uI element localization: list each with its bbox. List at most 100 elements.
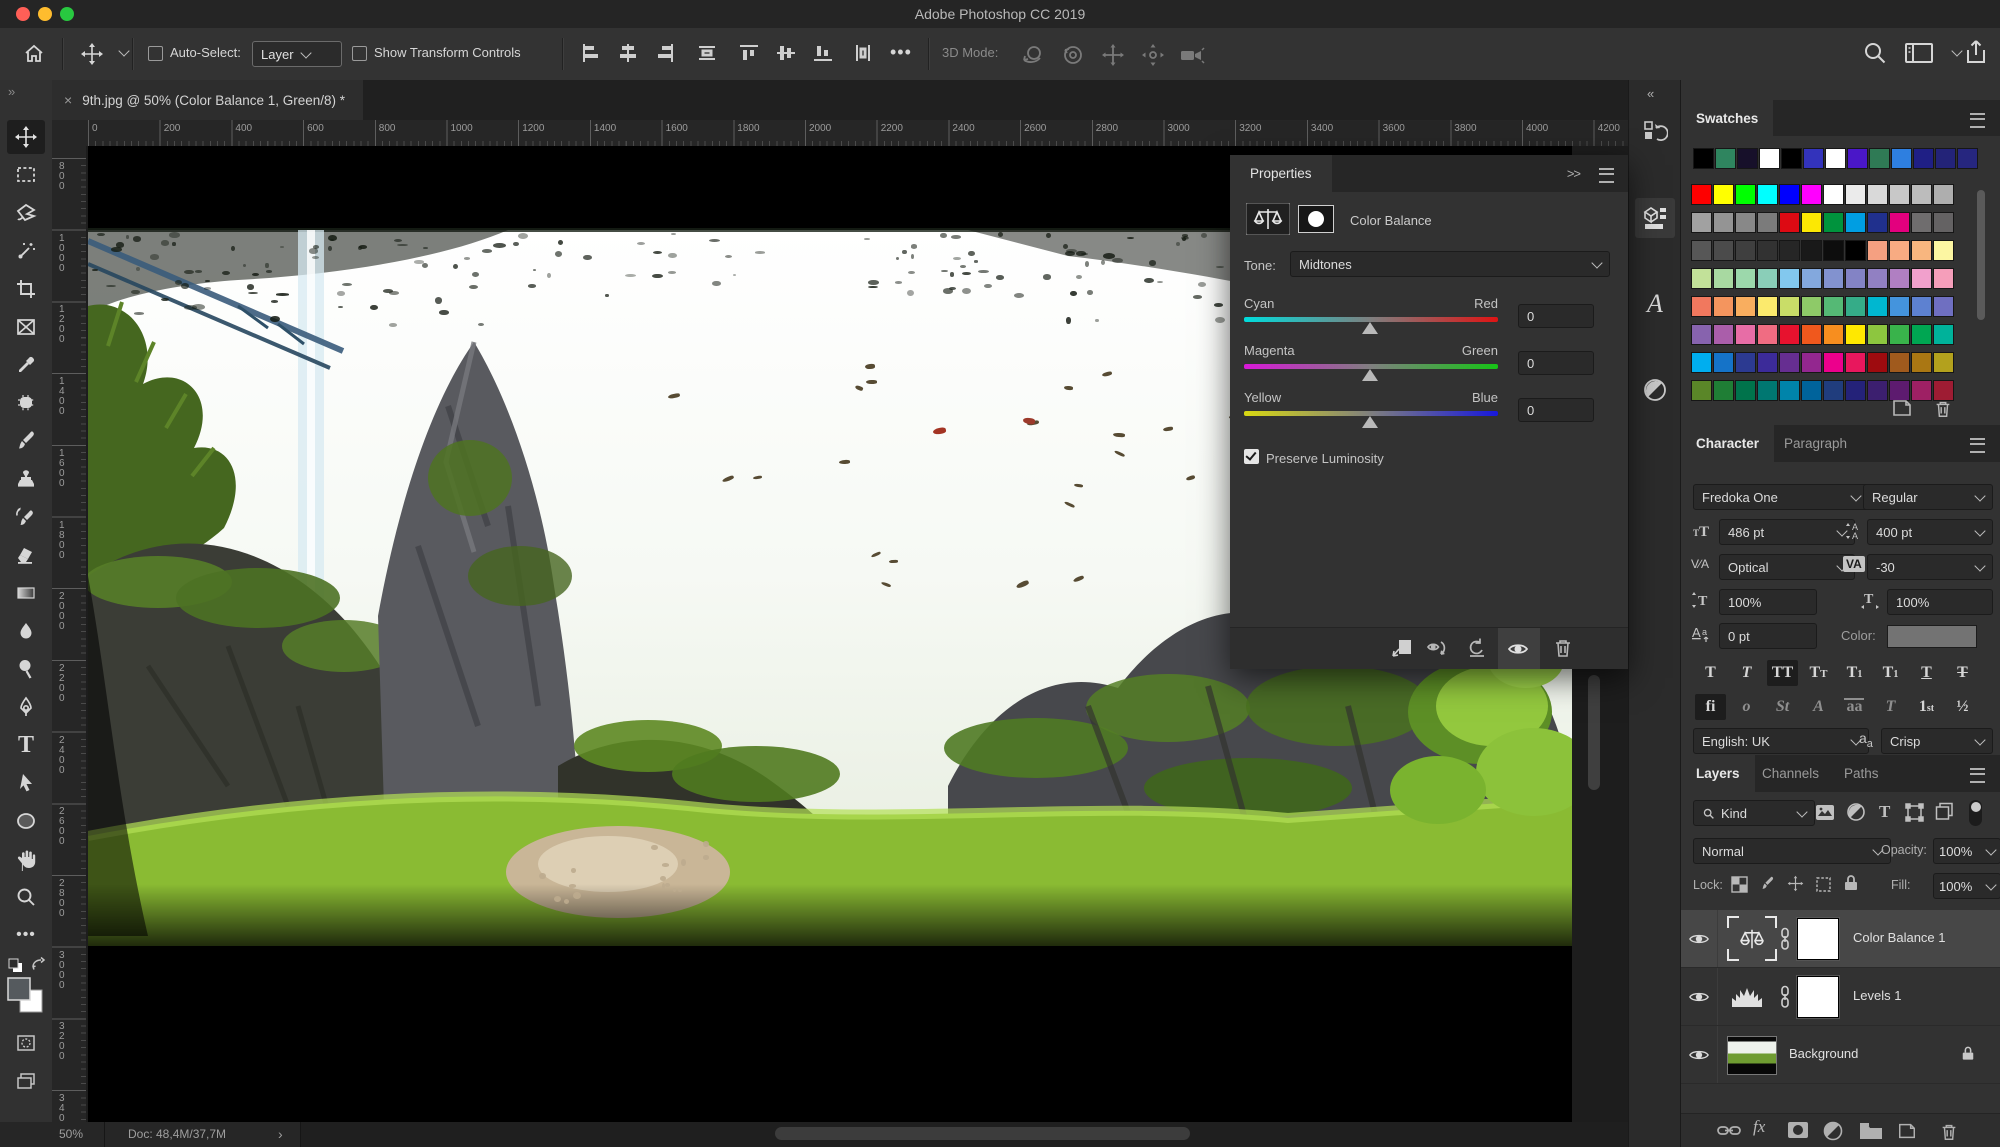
zoom-window-button[interactable] bbox=[60, 7, 74, 21]
layer-visibility-toggle[interactable] bbox=[1681, 910, 1718, 967]
swatch[interactable] bbox=[1933, 184, 1954, 205]
leading-dropdown[interactable]: 400 pt bbox=[1867, 519, 1993, 545]
collapse-tools-icon[interactable]: » bbox=[8, 84, 15, 99]
opentype-toggle[interactable]: ½ bbox=[1947, 694, 1978, 720]
swatch[interactable] bbox=[1757, 212, 1778, 233]
clip-to-layer-icon[interactable] bbox=[1390, 636, 1414, 660]
layer-style-icon[interactable]: fx bbox=[1753, 1117, 1765, 1137]
swatch[interactable] bbox=[1713, 352, 1734, 373]
tab-paths[interactable]: Paths bbox=[1829, 755, 1894, 792]
swatch[interactable] bbox=[1691, 324, 1712, 345]
magic-wand-tool[interactable] bbox=[7, 234, 45, 268]
swatch[interactable] bbox=[1889, 352, 1910, 373]
tab-swatches[interactable]: Swatches bbox=[1681, 100, 1773, 136]
lock-artboard-icon[interactable] bbox=[1815, 876, 1832, 893]
move-tool-icon[interactable] bbox=[80, 42, 104, 66]
delete-adjustment-icon[interactable] bbox=[1552, 636, 1574, 660]
swatch[interactable] bbox=[1757, 324, 1778, 345]
fill-field[interactable]: 100% bbox=[1933, 873, 2000, 899]
opentype-toggle[interactable]: fi bbox=[1695, 694, 1726, 720]
mask-link-icon[interactable] bbox=[1779, 985, 1791, 1009]
crop-tool[interactable] bbox=[7, 272, 45, 306]
view-previous-state-icon[interactable] bbox=[1426, 636, 1452, 660]
recent-swatch[interactable] bbox=[1715, 148, 1736, 169]
layer-row-background[interactable]: Background bbox=[1681, 1026, 2000, 1084]
shape-tool[interactable] bbox=[7, 804, 45, 838]
swatch[interactable] bbox=[1801, 380, 1822, 401]
3d-orbit-icon[interactable] bbox=[1020, 42, 1046, 68]
swatch[interactable] bbox=[1713, 268, 1734, 289]
swatches-menu-icon[interactable] bbox=[1970, 113, 1985, 128]
layers-menu-icon[interactable] bbox=[1970, 768, 1985, 783]
hand-tool[interactable] bbox=[7, 842, 45, 876]
tab-properties[interactable]: Properties bbox=[1230, 155, 1332, 192]
swatch[interactable] bbox=[1713, 296, 1734, 317]
swatch[interactable] bbox=[1735, 184, 1756, 205]
recent-swatch[interactable] bbox=[1913, 148, 1934, 169]
swatch[interactable] bbox=[1911, 268, 1932, 289]
swatch[interactable] bbox=[1911, 184, 1932, 205]
swatches-scrollbar[interactable] bbox=[1977, 190, 1985, 320]
3d-pan-icon[interactable] bbox=[1100, 42, 1126, 68]
opentype-toggle[interactable]: T bbox=[1875, 694, 1906, 720]
swatch[interactable] bbox=[1823, 352, 1844, 373]
type-style-toggle[interactable]: T1 bbox=[1839, 660, 1870, 686]
swatch[interactable] bbox=[1801, 240, 1822, 261]
swatch[interactable] bbox=[1933, 268, 1954, 289]
swatch[interactable] bbox=[1779, 212, 1800, 233]
swatch[interactable] bbox=[1801, 268, 1822, 289]
language-dropdown[interactable]: English: UK bbox=[1693, 728, 1869, 754]
tone-dropdown[interactable]: Midtones bbox=[1290, 251, 1610, 277]
swatch[interactable] bbox=[1823, 268, 1844, 289]
swatch[interactable] bbox=[1779, 268, 1800, 289]
swatch[interactable] bbox=[1801, 324, 1822, 345]
filter-type-layers-icon[interactable]: T bbox=[1879, 802, 1890, 822]
type-style-toggle[interactable]: T1 bbox=[1875, 660, 1906, 686]
swatch[interactable] bbox=[1713, 184, 1734, 205]
recent-swatch[interactable] bbox=[1781, 148, 1802, 169]
history-panel-icon[interactable] bbox=[1635, 112, 1675, 152]
swatch[interactable] bbox=[1757, 184, 1778, 205]
swatch[interactable] bbox=[1889, 184, 1910, 205]
swatch[interactable] bbox=[1691, 184, 1712, 205]
horizontal-scale-field[interactable]: 100% bbox=[1887, 589, 1993, 615]
swatch[interactable] bbox=[1779, 324, 1800, 345]
close-document-icon[interactable]: × bbox=[64, 92, 72, 108]
type-style-toggle[interactable]: T bbox=[1695, 660, 1726, 686]
default-colors-icon[interactable] bbox=[8, 958, 24, 974]
swatch[interactable] bbox=[1691, 296, 1712, 317]
preserve-luminosity-checkbox[interactable] bbox=[1244, 449, 1259, 464]
filter-adjustment-layers-icon[interactable] bbox=[1847, 803, 1865, 821]
minimize-window-button[interactable] bbox=[38, 7, 52, 21]
font-size-dropdown[interactable]: 486 pt bbox=[1719, 519, 1855, 545]
layer-thumbnail[interactable] bbox=[1727, 1036, 1777, 1075]
magenta-green-slider-thumb[interactable] bbox=[1362, 369, 1378, 381]
swatch[interactable] bbox=[1867, 352, 1888, 373]
zoom-level-field[interactable]: 50% bbox=[40, 1122, 102, 1147]
align-bottom-edges-icon[interactable] bbox=[812, 42, 834, 64]
new-swatch-icon[interactable] bbox=[1891, 398, 1913, 418]
auto-select-target-dropdown[interactable]: Layer bbox=[252, 41, 342, 67]
lock-all-icon[interactable] bbox=[1843, 874, 1859, 892]
align-top-edges-icon[interactable] bbox=[738, 42, 760, 64]
swatch[interactable] bbox=[1845, 296, 1866, 317]
lock-position-icon[interactable] bbox=[1787, 875, 1804, 892]
quick-mask-button[interactable] bbox=[7, 1026, 45, 1060]
new-adjustment-layer-icon[interactable] bbox=[1823, 1121, 1843, 1141]
marquee-tool[interactable] bbox=[7, 158, 45, 192]
swatch[interactable] bbox=[1757, 268, 1778, 289]
swatch[interactable] bbox=[1911, 352, 1932, 373]
document-tab[interactable]: × 9th.jpg @ 50% (Color Balance 1, Green/… bbox=[52, 80, 363, 120]
swatch[interactable] bbox=[1823, 324, 1844, 345]
toggle-visibility-button[interactable] bbox=[1498, 628, 1540, 669]
new-layer-icon[interactable] bbox=[1897, 1121, 1917, 1141]
swatch[interactable] bbox=[1867, 184, 1888, 205]
layer-mask-thumbnail[interactable] bbox=[1797, 918, 1839, 960]
text-color-swatch[interactable] bbox=[1887, 625, 1977, 648]
recent-swatch[interactable] bbox=[1869, 148, 1890, 169]
swatch[interactable] bbox=[1823, 380, 1844, 401]
horizontal-ruler[interactable]: 0200400600800100012001400160018002000220… bbox=[86, 120, 1628, 147]
path-selection-tool[interactable] bbox=[7, 766, 45, 800]
show-transform-checkbox[interactable] bbox=[352, 46, 367, 61]
blend-mode-dropdown[interactable]: Normal bbox=[1693, 838, 1891, 864]
